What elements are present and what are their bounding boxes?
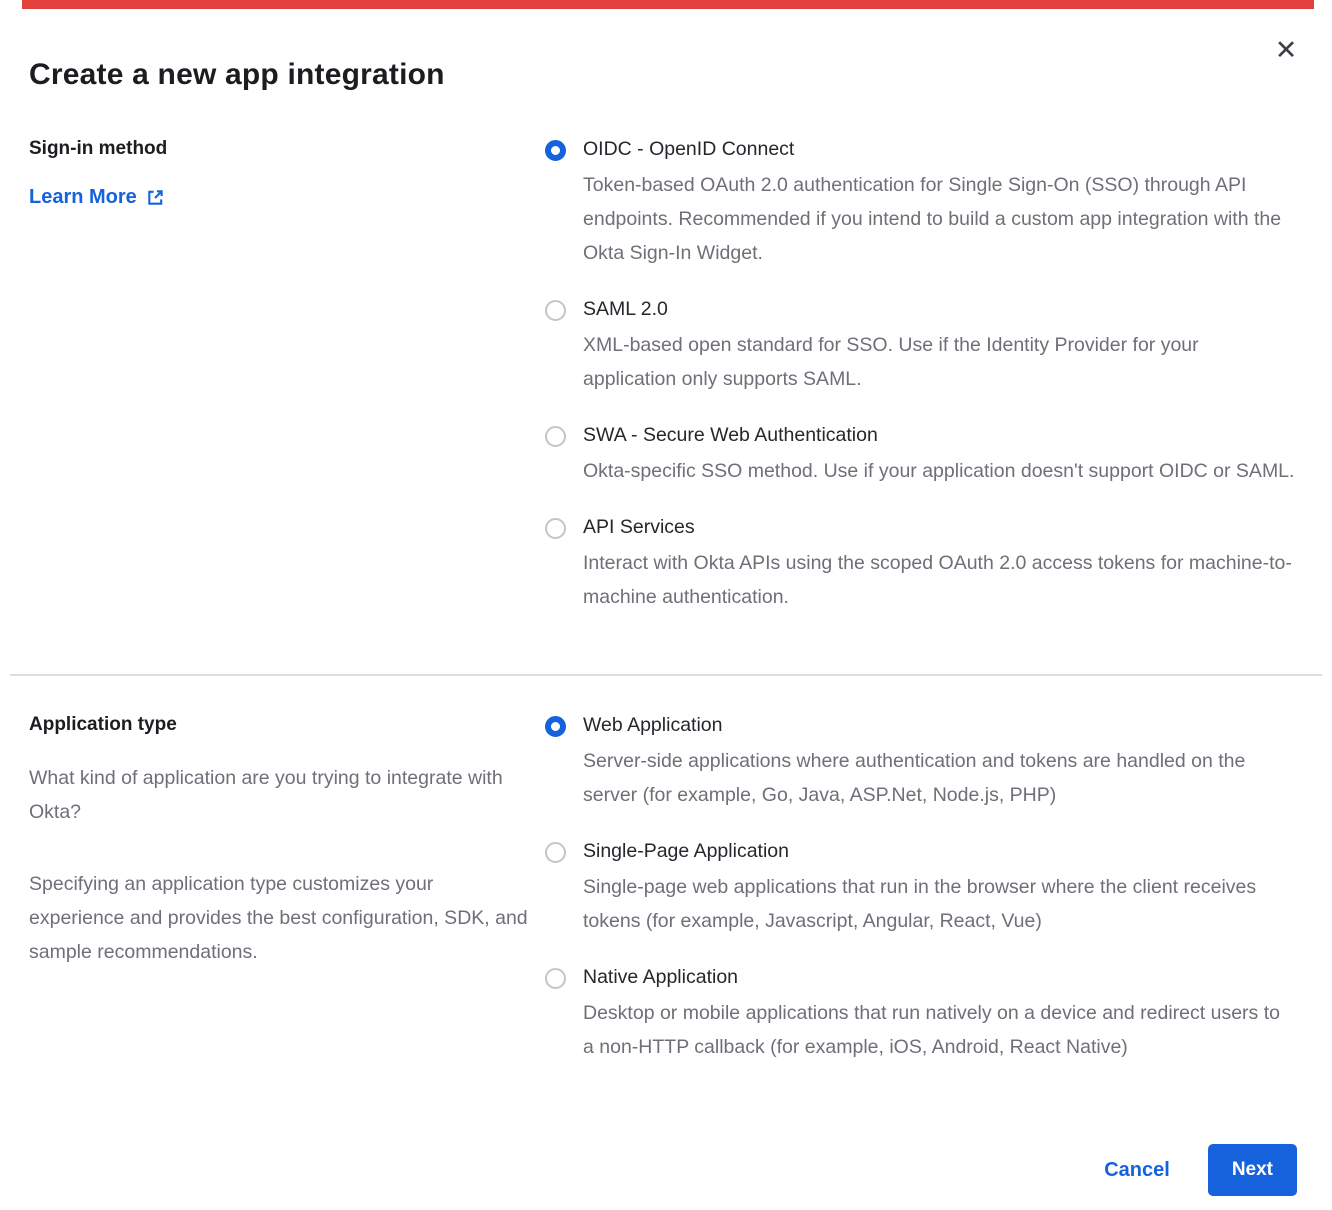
radio-option-single-page-application[interactable]: Single-Page Application Single-page web … [545, 840, 1297, 938]
section-divider [10, 674, 1322, 676]
learn-more-label: Learn More [29, 186, 137, 209]
signin-method-options: OIDC - OpenID Connect Token-based OAuth … [545, 138, 1297, 642]
radio-button-saml[interactable] [545, 300, 566, 321]
application-type-question: What kind of application are you trying … [29, 761, 534, 829]
dialog-footer: Cancel Next [29, 1144, 1297, 1196]
page-title: Create a new app integration [29, 58, 1297, 92]
option-description-native-application: Desktop or mobile applications that run … [583, 996, 1295, 1064]
create-app-integration-dialog: Create a new app integration Sign-in met… [0, 0, 1332, 1196]
option-description-web-application: Server-side applications where authentic… [583, 744, 1295, 812]
radio-button-single-page-application[interactable] [545, 842, 566, 863]
radio-option-api-services[interactable]: API Services Interact with Okta APIs usi… [545, 516, 1297, 614]
option-description-saml: XML-based open standard for SSO. Use if … [583, 328, 1295, 396]
signin-method-section: Sign-in method Learn More OIDC - OpenID … [29, 138, 1297, 642]
option-description-swa: Okta-specific SSO method. Use if your ap… [583, 454, 1294, 488]
cancel-button[interactable]: Cancel [1104, 1159, 1170, 1182]
application-type-label: Application type [29, 714, 545, 736]
radio-button-swa[interactable] [545, 426, 566, 447]
radio-option-oidc[interactable]: OIDC - OpenID Connect Token-based OAuth … [545, 138, 1297, 270]
option-label-native-application[interactable]: Native Application [583, 966, 1295, 989]
option-description-api-services: Interact with Okta APIs using the scoped… [583, 546, 1295, 614]
application-type-section: Application type What kind of applicatio… [29, 714, 1297, 1092]
radio-option-web-application[interactable]: Web Application Server-side applications… [545, 714, 1297, 812]
signin-method-label: Sign-in method [29, 138, 545, 160]
radio-option-saml[interactable]: SAML 2.0 XML-based open standard for SSO… [545, 298, 1297, 396]
radio-option-swa[interactable]: SWA - Secure Web Authentication Okta-spe… [545, 424, 1297, 488]
radio-button-oidc[interactable] [545, 140, 566, 161]
application-type-detail: Specifying an application type customize… [29, 867, 534, 969]
radio-button-web-application[interactable] [545, 716, 566, 737]
external-link-icon [146, 188, 165, 207]
option-label-oidc[interactable]: OIDC - OpenID Connect [583, 138, 1295, 161]
option-label-api-services[interactable]: API Services [583, 516, 1295, 539]
radio-option-native-application[interactable]: Native Application Desktop or mobile app… [545, 966, 1297, 1064]
option-label-web-application[interactable]: Web Application [583, 714, 1295, 737]
application-type-left-column: Application type What kind of applicatio… [29, 714, 545, 1092]
option-label-single-page-application[interactable]: Single-Page Application [583, 840, 1295, 863]
option-label-swa[interactable]: SWA - Secure Web Authentication [583, 424, 1294, 447]
radio-button-api-services[interactable] [545, 518, 566, 539]
next-button[interactable]: Next [1208, 1144, 1297, 1196]
signin-method-left-column: Sign-in method Learn More [29, 138, 545, 642]
radio-button-native-application[interactable] [545, 968, 566, 989]
option-description-oidc: Token-based OAuth 2.0 authentication for… [583, 168, 1295, 270]
application-type-options: Web Application Server-side applications… [545, 714, 1297, 1092]
learn-more-link[interactable]: Learn More [29, 186, 165, 209]
option-label-saml[interactable]: SAML 2.0 [583, 298, 1295, 321]
option-description-single-page-application: Single-page web applications that run in… [583, 870, 1295, 938]
